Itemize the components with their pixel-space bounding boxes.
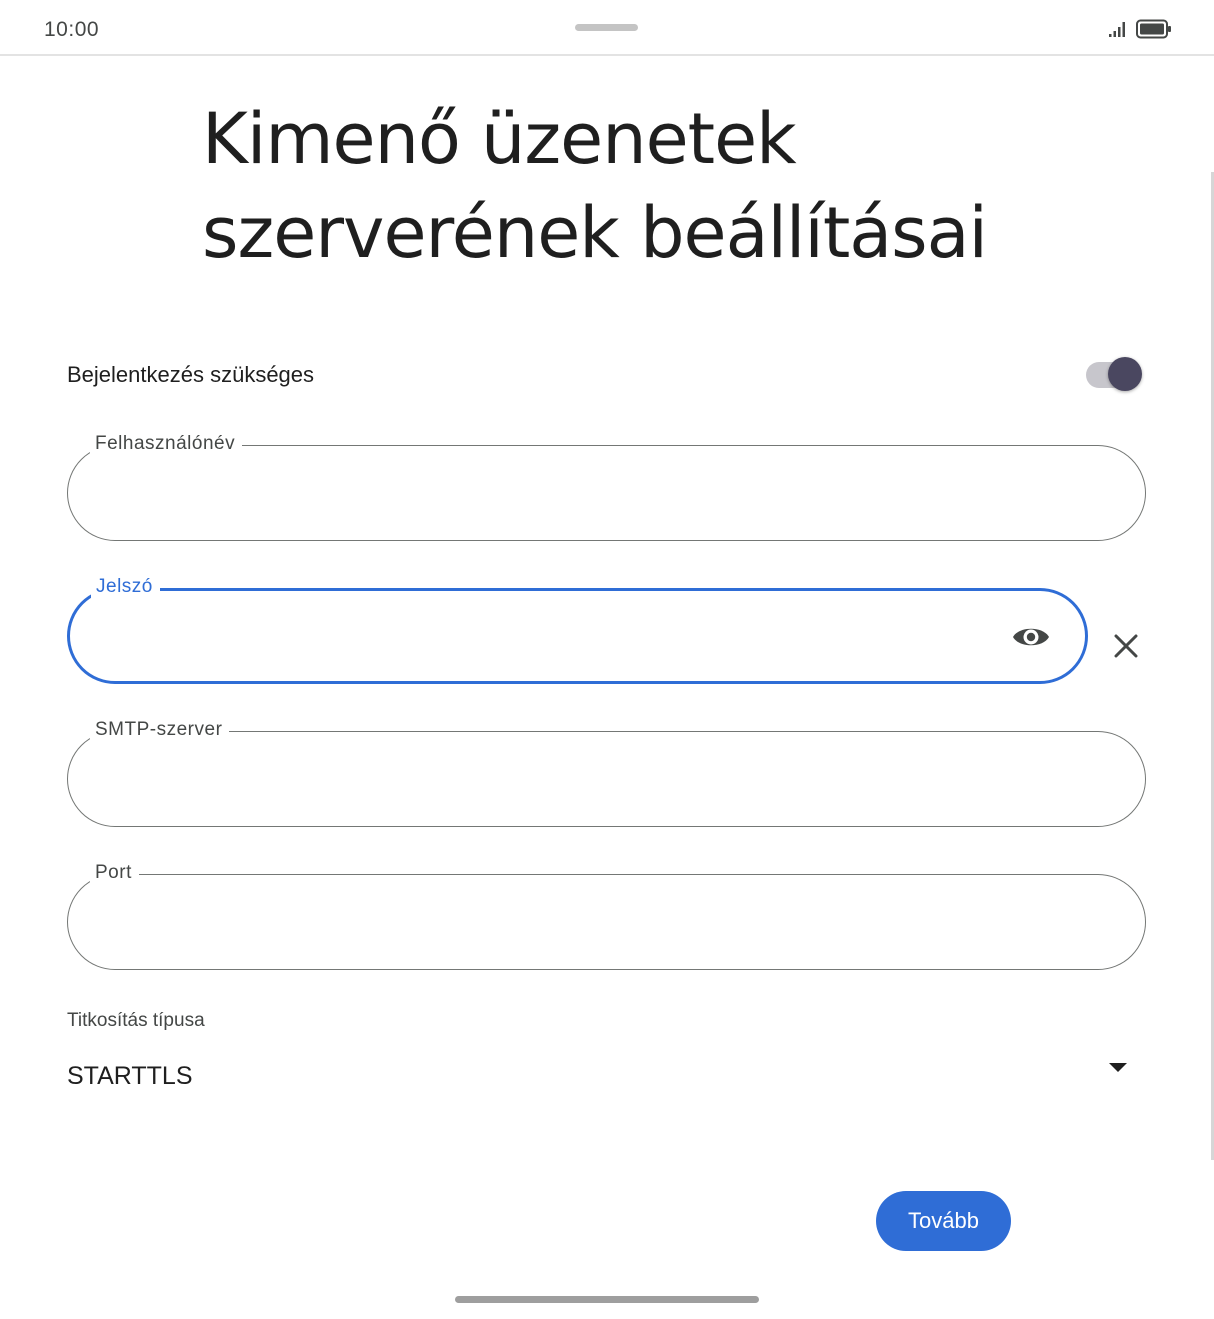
- login-required-switch[interactable]: [1086, 357, 1142, 391]
- encryption-type-label: Titkosítás típusa: [67, 1010, 205, 1031]
- login-required-label: Bejelentkezés szükséges: [67, 362, 315, 387]
- status-icons: [1108, 19, 1172, 44]
- battery-icon: [1136, 19, 1172, 44]
- encryption-type-dropdown[interactable]: STARTTLS: [67, 1050, 1137, 1106]
- drag-handle[interactable]: [575, 24, 638, 31]
- username-label: Felhasználónév: [90, 432, 243, 456]
- status-time: 10:00: [44, 18, 100, 41]
- port-input[interactable]: [98, 897, 964, 947]
- dropdown-arrow-icon: [1109, 1063, 1127, 1072]
- home-indicator[interactable]: [455, 1296, 759, 1303]
- page-title: Kimenő üzenetek szerverének beállításai: [202, 98, 988, 274]
- password-label: Jelszó: [91, 575, 160, 599]
- status-bar: 10:00: [0, 0, 1214, 56]
- login-required-row: Bejelentkezés szükséges: [67, 352, 1147, 400]
- username-input[interactable]: [98, 468, 964, 518]
- password-input[interactable]: [100, 613, 916, 663]
- smtp-server-input[interactable]: [98, 754, 964, 804]
- next-button[interactable]: Tovább: [876, 1191, 1011, 1251]
- password-field[interactable]: Jelszó: [67, 575, 1088, 684]
- encryption-type-value: STARTTLS: [67, 1062, 193, 1090]
- port-field[interactable]: Port: [67, 861, 1146, 970]
- port-label: Port: [90, 861, 139, 885]
- username-field[interactable]: Felhasználónév: [67, 432, 1146, 541]
- clear-close-icon[interactable]: [1110, 630, 1142, 662]
- show-password-eye-icon[interactable]: [1011, 619, 1051, 655]
- signal-icon: [1108, 20, 1128, 43]
- smtp-server-label: SMTP-szerver: [90, 718, 230, 742]
- smtp-server-field[interactable]: SMTP-szerver: [67, 718, 1146, 827]
- switch-thumb: [1108, 357, 1142, 391]
